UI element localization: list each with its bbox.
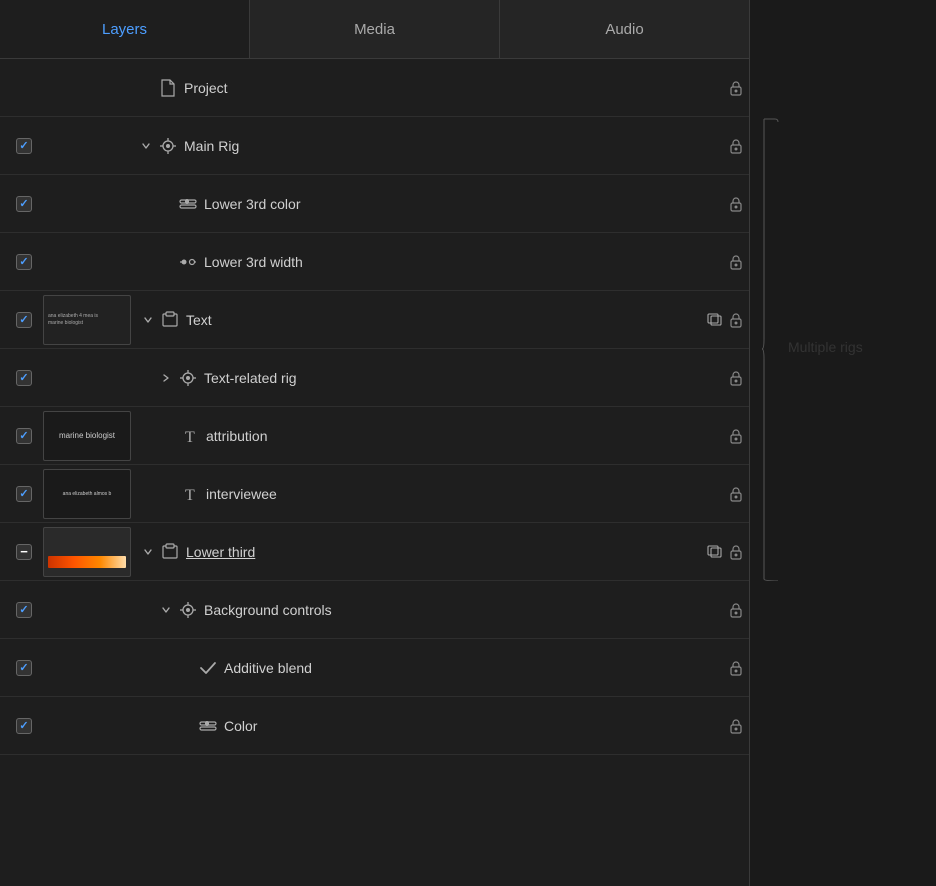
- right-icons-color: [729, 718, 743, 734]
- text-icon: T: [178, 485, 202, 503]
- checkbox-additive-blend[interactable]: [6, 660, 42, 676]
- lock-icon-additive-blend[interactable]: [729, 660, 743, 676]
- right-icons-background-controls: [729, 602, 743, 618]
- checkbox-interviewee[interactable]: [6, 486, 42, 502]
- layer-row-additive-blend[interactable]: Additive blend: [0, 639, 749, 697]
- layer-row-attribution[interactable]: marine biologist T attribution: [0, 407, 749, 465]
- layer-row-background-controls[interactable]: Background controls: [0, 581, 749, 639]
- lock-icon-project[interactable]: [729, 80, 743, 96]
- right-icons-main-rig: [729, 138, 743, 154]
- layer-row-text-related-rig[interactable]: Text-related rig: [0, 349, 749, 407]
- layer-name-color: Color: [224, 718, 721, 734]
- lock-icon-main-rig[interactable]: [729, 138, 743, 154]
- right-icons-lower-third: [707, 544, 743, 560]
- svg-text:T: T: [185, 429, 195, 445]
- layer-row-color[interactable]: Color: [0, 697, 749, 755]
- layer-row-lower-third[interactable]: Lower third: [0, 523, 749, 581]
- rig-icon: [156, 137, 180, 155]
- expand-text[interactable]: [138, 315, 158, 325]
- slider-icon: [176, 196, 200, 212]
- checkbox-color[interactable]: [6, 718, 42, 734]
- tab-layers[interactable]: Layers: [0, 0, 250, 58]
- expand-main-rig[interactable]: [136, 141, 156, 151]
- layer-name-lower-third: Lower third: [186, 544, 699, 560]
- right-icons-additive-blend: [729, 660, 743, 676]
- checkbox-attribution[interactable]: [6, 428, 42, 444]
- layer-name-lower-3rd-width: Lower 3rd width: [204, 254, 721, 270]
- group-icon: [158, 311, 182, 329]
- lock-icon-interviewee[interactable]: [729, 486, 743, 502]
- right-icons-text-related-rig: [729, 370, 743, 386]
- lock-icon-attribution[interactable]: [729, 428, 743, 444]
- check-icon: [196, 660, 220, 676]
- lock-icon-text[interactable]: [729, 312, 743, 328]
- layer-name-interviewee: interviewee: [206, 486, 721, 502]
- checkbox-main-rig[interactable]: [6, 138, 42, 154]
- checkbox-background-controls[interactable]: [6, 602, 42, 618]
- right-icons-project: [729, 80, 743, 96]
- layer-row-main-rig[interactable]: Main Rig: [0, 117, 749, 175]
- layer-row-lower-3rd-color[interactable]: Lower 3rd color: [0, 175, 749, 233]
- dots-icon: [176, 254, 200, 270]
- layer-name-lower-3rd-color: Lower 3rd color: [204, 196, 721, 212]
- annotation-area: Multiple rigs: [750, 117, 936, 581]
- lock-icon-background-controls[interactable]: [729, 602, 743, 618]
- file-icon: [156, 79, 180, 97]
- lock-icon-text-related-rig[interactable]: [729, 370, 743, 386]
- svg-text:T: T: [185, 487, 195, 503]
- checkbox-lower-3rd-width[interactable]: [6, 254, 42, 270]
- checkbox-text[interactable]: [6, 312, 42, 328]
- lock-icon-lower-3rd-color[interactable]: [729, 196, 743, 212]
- tab-media[interactable]: Media: [250, 0, 500, 58]
- layers-list: Project Main Rig Lower 3rd color Lower 3…: [0, 59, 749, 886]
- expand-lower-third[interactable]: [138, 547, 158, 557]
- expand-background-controls[interactable]: [156, 605, 176, 615]
- layer-name-attribution: attribution: [206, 428, 721, 444]
- expand-text-related-rig[interactable]: [156, 373, 176, 383]
- checkbox-lower-third[interactable]: [6, 544, 42, 560]
- layer-name-text: Text: [186, 312, 699, 328]
- lock-icon-color[interactable]: [729, 718, 743, 734]
- layer-row-lower-3rd-width[interactable]: Lower 3rd width: [0, 233, 749, 291]
- annotation-text: Multiple rigs: [788, 339, 863, 355]
- tab-audio-label: Audio: [605, 21, 643, 38]
- brace-svg: [760, 117, 780, 581]
- tab-layers-label: Layers: [102, 21, 147, 38]
- slider-icon: [196, 718, 220, 734]
- tab-bar: Layers Media Audio: [0, 0, 749, 59]
- text-icon: T: [178, 427, 202, 445]
- layer-name-background-controls: Background controls: [204, 602, 721, 618]
- layer-row-interviewee[interactable]: ana elizabeth almos b T interviewee: [0, 465, 749, 523]
- lock-icon-lower-3rd-width[interactable]: [729, 254, 743, 270]
- stack-icon[interactable]: [707, 313, 723, 327]
- layer-name-additive-blend: Additive blend: [224, 660, 721, 676]
- thumb-attribution: marine biologist: [42, 411, 132, 461]
- layer-name-text-related-rig: Text-related rig: [204, 370, 721, 386]
- right-icons-text: [707, 312, 743, 328]
- thumb-text: ana elizabeth 4 mea ismarine biologist: [42, 295, 132, 345]
- layers-panel: Layers Media Audio Project Main Rig: [0, 0, 750, 886]
- checkbox-lower-3rd-color[interactable]: [6, 196, 42, 212]
- right-icons-attribution: [729, 428, 743, 444]
- right-icons-lower-3rd-width: [729, 254, 743, 270]
- tab-audio[interactable]: Audio: [500, 0, 749, 58]
- checkbox-text-related-rig[interactable]: [6, 370, 42, 386]
- tab-media-label: Media: [354, 21, 395, 38]
- rig-icon: [176, 369, 200, 387]
- layer-row-project[interactable]: Project: [0, 59, 749, 117]
- right-icons-interviewee: [729, 486, 743, 502]
- thumb-lower-third: [42, 527, 132, 577]
- lock-icon-lower-third[interactable]: [729, 544, 743, 560]
- right-icons-lower-3rd-color: [729, 196, 743, 212]
- thumb-interviewee: ana elizabeth almos b: [42, 469, 132, 519]
- layer-row-text[interactable]: ana elizabeth 4 mea ismarine biologist T…: [0, 291, 749, 349]
- layer-name-project: Project: [184, 80, 721, 96]
- rig-icon: [176, 601, 200, 619]
- layer-name-main-rig: Main Rig: [184, 138, 721, 154]
- stack-icon[interactable]: [707, 545, 723, 559]
- group-icon: [158, 543, 182, 561]
